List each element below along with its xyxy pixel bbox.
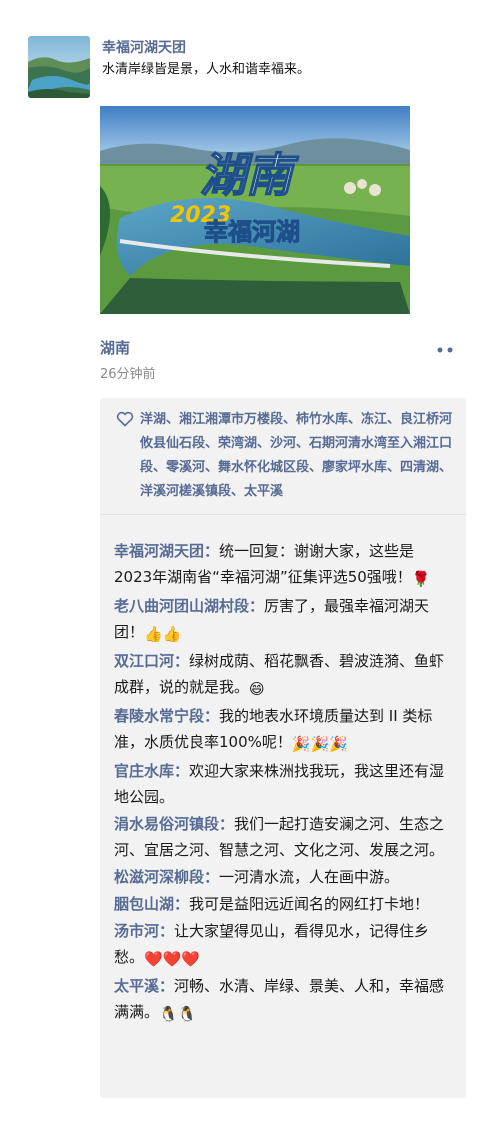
- comment-item[interactable]: 胭包山湖：我可是益阳远近闻名的网红打卡地！: [114, 891, 452, 917]
- comment-author[interactable]: 汤市河：: [114, 922, 174, 940]
- comment-item[interactable]: 松滋河深柳段：一河清水流，人在画中游。: [114, 864, 452, 890]
- comment-item[interactable]: 老八曲河团山湖村段：厉害了，最强幸福河湖天团！👍👍: [114, 593, 452, 647]
- interaction-panel: 洋湖、湘江湘潭市万楼段、柿竹水库、冻江、良江桥河攸县仙石段、荣湾湖、沙河、石期河…: [100, 398, 466, 1098]
- rose-emoji: 🌹: [411, 570, 431, 588]
- comment-item[interactable]: 幸福河湖天团：统一回复：谢谢大家，这些是2023年湖南省“幸福河湖”征集评选50…: [114, 538, 452, 592]
- penguin-emoji: 🐧🐧: [159, 1005, 197, 1023]
- comment-text: 我可是益阳远近闻名的网红打卡地！: [189, 895, 430, 913]
- thumbs-up-emoji: 👍👍: [144, 625, 182, 643]
- comment-item[interactable]: 官庄水库：欢迎大家来株洲找我玩，我这里还有湿地公园。: [114, 758, 452, 810]
- image-title-line1: 湖南: [200, 148, 299, 202]
- post-location[interactable]: 湖南: [100, 337, 130, 358]
- comment-item[interactable]: 汤市河：让大家望得见山，看得见水，记得住乡愁。❤️❤️❤️: [114, 918, 452, 972]
- comment-item[interactable]: 涓水易俗河镇段：我们一起打造安澜之河、生态之河、宜居之河、智慧之河、文化之河、发…: [114, 811, 452, 863]
- comment-text: 一河清水流，人在画中游。: [219, 868, 400, 886]
- comment-author[interactable]: 春陵水常宁段：: [114, 707, 219, 725]
- party-emoji: 🎉🎉🎉: [291, 735, 348, 753]
- likes-list: 洋湖、湘江湘潭市万楼段、柿竹水库、冻江、良江桥河攸县仙石段、荣湾湖、沙河、石期河…: [100, 398, 466, 515]
- image-title-line2: 幸福河湖: [204, 218, 300, 246]
- comment-author[interactable]: 太平溪：: [114, 977, 174, 995]
- post-image[interactable]: 湖南 2023 幸福河湖: [100, 106, 410, 314]
- post-time: 26分钟前: [100, 367, 156, 382]
- heart-outline-icon: [116, 411, 134, 427]
- comment-item[interactable]: 春陵水常宁段：我的地表水环境质量达到 II 类标准，水质优良率100%呢！🎉🎉🎉: [114, 703, 452, 757]
- comment-author[interactable]: 老八曲河团山湖村段：: [114, 597, 264, 615]
- comment-author[interactable]: 松滋河深柳段：: [114, 868, 219, 886]
- more-dots-icon[interactable]: [432, 341, 458, 353]
- post-author-name[interactable]: 幸福河湖天团: [102, 37, 186, 57]
- comment-item[interactable]: 双江口河：绿树成荫、稻花飘香、碧波涟漪、鱼虾成群，说的就是我。😄: [114, 648, 452, 702]
- post-header: 幸福河湖天团 水清岸绿皆是景，人水和谐幸福来。: [28, 36, 478, 98]
- smile-emoji: 😄: [249, 680, 265, 698]
- comment-author[interactable]: 胭包山湖：: [114, 895, 189, 913]
- comment-list: 幸福河湖天团：统一回复：谢谢大家，这些是2023年湖南省“幸福河湖”征集评选50…: [114, 538, 452, 1028]
- avatar[interactable]: [28, 36, 90, 98]
- heart-emoji: ❤️❤️❤️: [144, 950, 201, 968]
- likes-names[interactable]: 洋湖、湘江湘潭市万楼段、柿竹水库、冻江、良江桥河攸县仙石段、荣湾湖、沙河、石期河…: [140, 408, 452, 504]
- comment-author[interactable]: 幸福河湖天团：: [114, 542, 219, 560]
- comment-author[interactable]: 官庄水库：: [114, 762, 189, 780]
- comment-author[interactable]: 涓水易俗河镇段：: [114, 815, 234, 833]
- post-text: 水清岸绿皆是景，人水和谐幸福来。: [102, 62, 311, 77]
- comment-item[interactable]: 太平溪：河畅、水清、岸绿、景美、人和，幸福感满满。🐧🐧: [114, 973, 452, 1027]
- comment-author[interactable]: 双江口河：: [114, 652, 189, 670]
